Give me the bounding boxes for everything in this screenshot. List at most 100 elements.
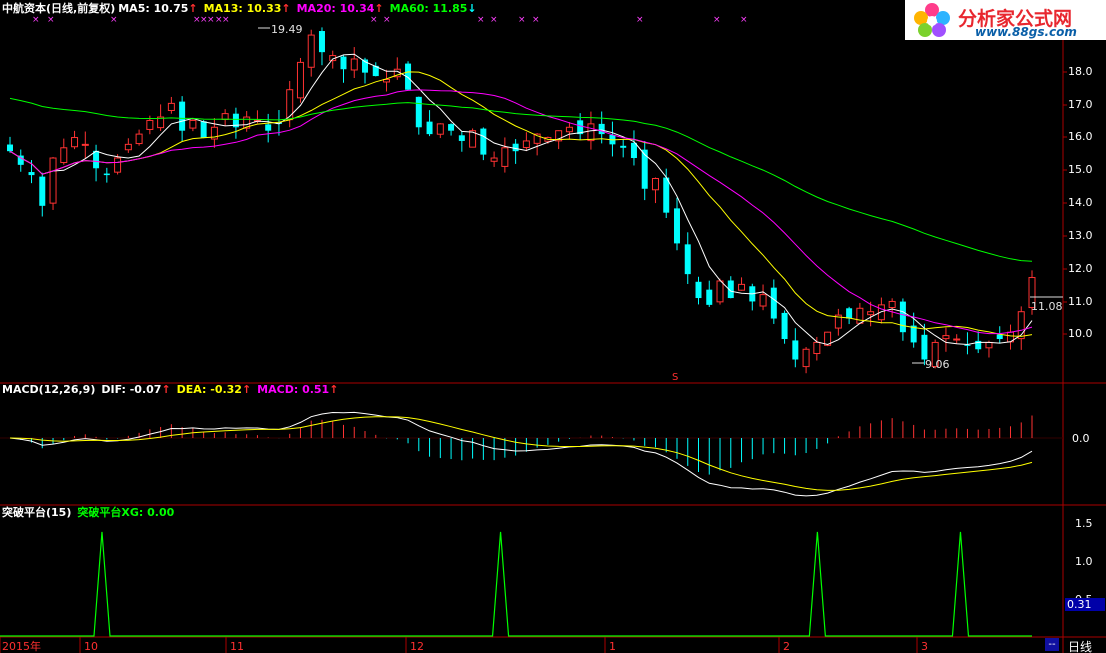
candle-body <box>813 341 821 355</box>
candle-body <box>415 96 422 128</box>
candle-body <box>179 101 186 131</box>
candle-body <box>448 124 455 131</box>
candle-body <box>781 312 788 340</box>
candle-body <box>49 157 57 204</box>
period-label[interactable]: 日线 <box>1068 638 1092 653</box>
xg-y-tick-1-0: 1.0 <box>1075 555 1093 568</box>
signal-marker: × <box>370 15 378 25</box>
candle-body <box>888 300 896 309</box>
x-label-11: 11 <box>230 640 244 653</box>
candle-body <box>620 145 627 148</box>
candle-body <box>124 143 132 151</box>
candle-body <box>436 123 444 135</box>
candle-body <box>663 177 670 213</box>
candle-body <box>103 173 110 176</box>
candle-body <box>641 149 648 189</box>
xg-value: 突破平台XG: 0.00 <box>77 506 175 519</box>
candle-body <box>350 58 358 71</box>
candle-body <box>856 307 864 324</box>
candle-body <box>71 137 79 148</box>
signal-marker: × <box>110 15 118 25</box>
candle-body <box>135 133 143 145</box>
ma20-value: MA20: 10.34 <box>296 2 375 15</box>
candle-body <box>480 128 487 155</box>
candle-body <box>426 121 433 135</box>
ma60-arrow: ↓ <box>467 2 477 15</box>
candle-body <box>60 147 68 164</box>
candle-body <box>695 281 702 299</box>
xg-pane[interactable] <box>0 531 1032 637</box>
candle-body <box>684 244 691 275</box>
macd-pane[interactable] <box>0 411 1063 497</box>
high-annotation: 19.49 <box>271 23 303 36</box>
signal-marker: × <box>222 15 230 25</box>
candle-body <box>39 176 46 206</box>
price-header: 中航资本(日线,前复权) MA5: 10.75↑ MA13: 10.33↑ MA20:… <box>2 2 483 16</box>
ma13-arrow: ↑ <box>281 2 291 15</box>
ma60-value: MA60: 11.85 <box>389 2 468 15</box>
candle-body <box>846 308 853 319</box>
candle-body <box>996 334 1003 340</box>
flower-logo-icon <box>914 3 950 37</box>
xg-header: 突破平台(15) 突破平台XG: 0.00 <box>2 506 180 520</box>
y-tick-16: 16.0 <box>1068 130 1093 143</box>
candle-body <box>673 208 680 244</box>
y-tick-11: 11.0 <box>1068 295 1093 308</box>
signal-marker: × <box>32 15 40 25</box>
ma5-arrow: ↑ <box>188 2 198 15</box>
candle-body <box>921 334 928 360</box>
x-label-3: 3 <box>921 640 928 653</box>
xg-title: 突破平台(15) <box>2 506 72 519</box>
x-label-10: 10 <box>84 640 98 653</box>
y-tick-14: 14.0 <box>1068 196 1093 209</box>
candle-body <box>598 123 605 135</box>
candle-body <box>792 340 799 360</box>
xg-y-tick-1-5: 1.5 <box>1075 517 1093 530</box>
signal-marker: × <box>740 15 748 25</box>
y-tick-18: 18.0 <box>1068 65 1093 78</box>
price-pane[interactable]: × × × × × × × × × × × × × × × × × <box>7 15 1063 374</box>
candle-body <box>501 147 509 167</box>
candle-body <box>942 335 950 340</box>
candle-body <box>953 338 961 341</box>
y-tick-10: 10.0 <box>1068 327 1093 340</box>
ma5-value: MA5: 10.75 <box>118 2 189 15</box>
candle-body <box>490 157 498 162</box>
xg-signal-line <box>0 531 1032 637</box>
candle-body <box>7 144 13 152</box>
signal-marker: × <box>47 15 55 25</box>
candle-body <box>759 294 767 307</box>
candle-body <box>770 287 777 319</box>
candle-body <box>458 135 465 141</box>
candle-body <box>114 157 122 173</box>
stock-chart-window: × × × × × × × × × × × × × × × × × 18.0 17.0 16.0 15.0 14… <box>0 0 1106 653</box>
chart-canvas[interactable]: × × × × × × × × × × × × × × × × × 18.0 17.0 16.0 15.0 14… <box>0 0 1106 653</box>
candle-body <box>651 178 659 191</box>
y-tick-15: 15.0 <box>1068 163 1093 176</box>
signal-marker: × <box>490 15 498 25</box>
candle-body <box>867 311 875 316</box>
x-label-2015: 2015年 <box>2 639 41 653</box>
price-title: 中航资本(日线,前复权) <box>2 2 116 15</box>
candle-body <box>81 143 89 146</box>
low-annotation: 9.06 <box>925 358 950 371</box>
dea-value: DEA: -0.32 <box>176 383 242 396</box>
candle-body <box>899 301 906 333</box>
dif-value: DIF: -0.07 <box>101 383 162 396</box>
candle-body <box>738 283 746 291</box>
macd-arrow: ↑ <box>329 383 339 396</box>
candle-body <box>802 348 810 368</box>
dif-line <box>9 411 1033 497</box>
candle-body <box>565 126 573 133</box>
signal-marker: × <box>636 15 644 25</box>
x-label-1: 1 <box>609 640 616 653</box>
ma13-line <box>9 71 1033 337</box>
last-price-annotation: 11.08 <box>1031 300 1063 313</box>
macd-value: MACD: 0.51 <box>257 383 330 396</box>
macd-title: MACD(12,26,9) <box>2 383 96 396</box>
period-selector-button[interactable]: -- <box>1045 638 1059 651</box>
indicator-value-box: 0.31 <box>1065 598 1105 611</box>
sell-marker: S <box>672 372 678 383</box>
candle-body <box>200 121 207 138</box>
x-label-12: 12 <box>410 640 424 653</box>
